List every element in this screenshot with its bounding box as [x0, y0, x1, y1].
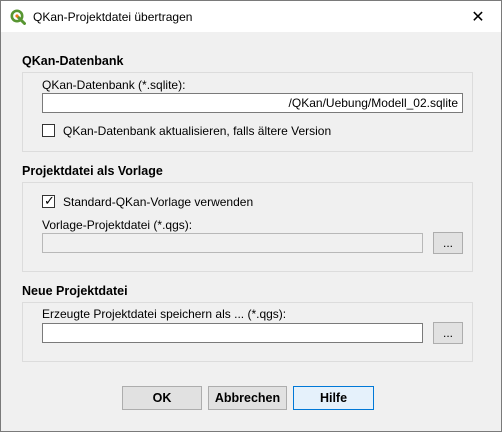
help-button[interactable]: Hilfe: [293, 386, 374, 410]
group-box-new-project: Erzeugte Projektdatei speichern als ... …: [22, 302, 473, 362]
update-database-checkbox-label[interactable]: QKan-Datenbank aktualisieren, falls älte…: [63, 124, 331, 138]
template-browse-button[interactable]: ...: [433, 232, 463, 254]
standard-template-checkbox[interactable]: ✓: [42, 193, 55, 208]
close-button[interactable]: ✕: [455, 1, 501, 32]
template-field-label: Vorlage-Projektdatei (*.qgs):: [42, 218, 193, 232]
group-box-database: QKan-Datenbank (*.sqlite): /QKan/Uebung/…: [22, 72, 473, 152]
window-title: QKan-Projektdatei übertragen: [33, 10, 193, 24]
standard-template-checkbox-label[interactable]: Standard-QKan-Vorlage verwenden: [63, 195, 253, 209]
group-title-database: QKan-Datenbank: [22, 54, 124, 68]
update-database-checkbox[interactable]: [42, 124, 55, 137]
close-icon: ✕: [471, 8, 485, 26]
qgis-logo-icon: [10, 9, 26, 25]
group-title-template: Projektdatei als Vorlage: [22, 164, 163, 178]
dialog-window: QKan-Projektdatei übertragen ✕ QKan-Date…: [0, 0, 502, 432]
database-path-input[interactable]: /QKan/Uebung/Modell_02.sqlite: [42, 93, 463, 113]
template-path-input[interactable]: [42, 233, 423, 253]
database-field-label: QKan-Datenbank (*.sqlite):: [42, 78, 186, 92]
ok-button[interactable]: OK: [122, 386, 202, 410]
title-bar[interactable]: QKan-Projektdatei übertragen ✕: [1, 1, 501, 32]
new-project-field-label: Erzeugte Projektdatei speichern als ... …: [42, 307, 287, 321]
cancel-button[interactable]: Abbrechen: [208, 386, 287, 410]
checkmark-icon: ✓: [44, 193, 55, 208]
new-project-path-input[interactable]: [42, 323, 423, 343]
new-project-browse-button[interactable]: ...: [433, 322, 463, 344]
group-box-template: ✓ Standard-QKan-Vorlage verwenden Vorlag…: [22, 182, 473, 272]
group-title-new-project: Neue Projektdatei: [22, 284, 128, 298]
